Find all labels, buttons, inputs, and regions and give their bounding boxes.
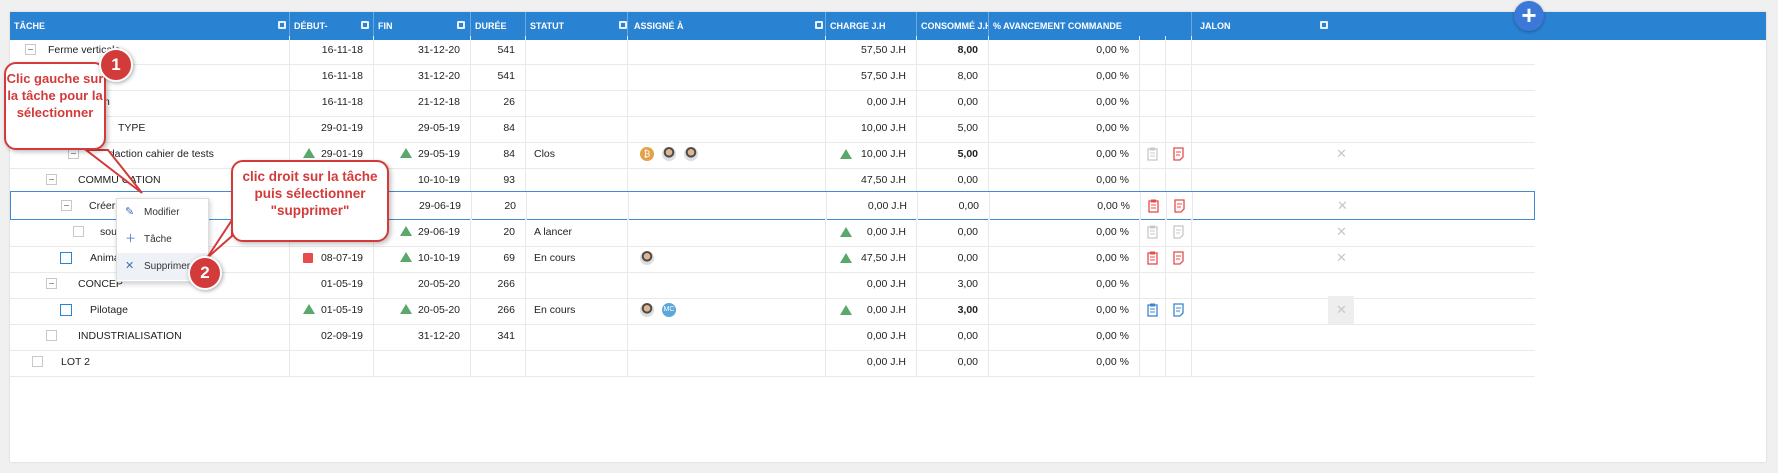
callout-two-pointer xyxy=(206,216,233,259)
callout-one-pointer xyxy=(83,149,143,194)
callout-two-badge: 2 xyxy=(188,256,222,290)
callout-one: Clic gauche sur la tâche pour la sélecti… xyxy=(4,62,106,150)
callout-two: clic droit sur la tâche puis sélectionne… xyxy=(231,160,389,242)
callout-one-badge: 1 xyxy=(99,48,133,82)
